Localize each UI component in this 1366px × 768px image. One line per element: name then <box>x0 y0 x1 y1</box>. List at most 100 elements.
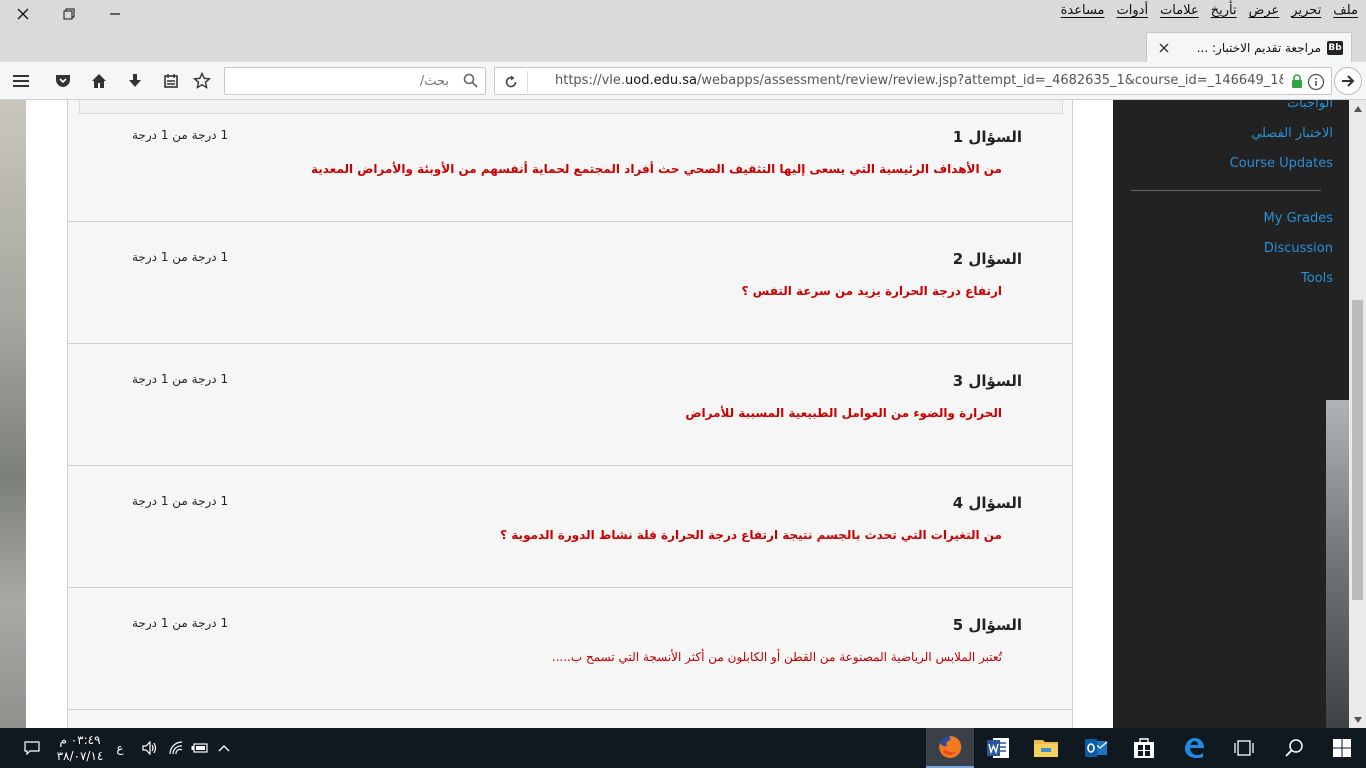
taskbar-outlook[interactable] <box>1072 728 1120 768</box>
close-icon <box>17 8 29 20</box>
question-points: 1 درجة من 1 درجة <box>132 128 229 142</box>
scroll-thumb[interactable] <box>1352 300 1363 600</box>
menu-bookmarks[interactable]: علامات <box>1160 3 1199 18</box>
reload-button[interactable] <box>501 72 521 92</box>
menu-items: ملف تحرير عرض تأريخ علامات أدوات مساعدة <box>1061 3 1358 18</box>
close-window-button[interactable] <box>0 0 46 28</box>
action-center-button[interactable] <box>22 738 42 758</box>
sidebar-item-my-grades[interactable]: My Grades <box>1264 211 1333 226</box>
question-title: السؤال 5 <box>952 616 1022 634</box>
scroll-up-button[interactable] <box>1349 100 1366 117</box>
hamburger-icon <box>13 75 29 87</box>
clock-time: ٠٣:٤٩ م <box>59 733 101 747</box>
question-title: السؤال 1 <box>952 128 1022 146</box>
question-text: الحرارة والضوء من العوامل الطبيعية المسب… <box>685 406 1002 420</box>
star-icon <box>193 72 211 89</box>
question-text: من الأهداف الرئيسية التي يسعى إليها التث… <box>310 162 1002 176</box>
tab-bar: Bb مراجعة تقديم الاختبار: ... <box>0 28 1366 80</box>
menu-edit[interactable]: تحرير <box>1291 3 1321 18</box>
question-item: السؤال 1 1 درجة من 1 درجة من الأهداف الر… <box>68 100 1072 222</box>
page-viewport: السؤال 1 1 درجة من 1 درجة من الأهداف الر… <box>0 100 1366 728</box>
info-icon[interactable] <box>1307 73 1325 91</box>
library-icon <box>164 74 178 88</box>
task-view-icon <box>1234 740 1254 756</box>
url-prefix: https://vle. <box>555 73 626 88</box>
taskbar-store[interactable] <box>1120 728 1168 768</box>
navigation-bar: https://vle.uod.edu.sa/webapps/assessmen… <box>0 62 1366 100</box>
question-item: السؤال 5 1 درجة من 1 درجة تُعتبر الملابس… <box>68 588 1072 710</box>
home-button[interactable] <box>88 70 110 92</box>
speaker-icon <box>142 741 157 755</box>
menu-history[interactable]: تأريخ <box>1211 3 1237 18</box>
network-button[interactable] <box>166 738 186 758</box>
chevron-up-icon <box>218 745 230 752</box>
desktop-background-right <box>1326 400 1349 728</box>
search-field[interactable] <box>224 67 486 95</box>
vertical-scrollbar[interactable] <box>1349 100 1366 728</box>
minimize-icon <box>110 13 120 15</box>
taskbar-firefox[interactable] <box>926 728 974 768</box>
url-text[interactable]: https://vle.uod.edu.sa/webapps/assessmen… <box>555 73 1283 88</box>
taskbar-file-explorer[interactable] <box>1022 728 1070 768</box>
task-view-button[interactable] <box>1220 728 1268 768</box>
sidebar-divider <box>1131 190 1321 191</box>
menu-button[interactable] <box>10 70 32 92</box>
windows-icon <box>1333 739 1351 757</box>
main-content: السؤال 1 1 درجة من 1 درجة من الأهداف الر… <box>26 100 1113 728</box>
battery-button[interactable] <box>190 738 210 758</box>
windows-taskbar: ٠٣:٤٩ م ٣٨/٠٧/١٤ ع <box>0 728 1366 768</box>
question-points: 1 درجة من 1 درجة <box>132 372 229 386</box>
battery-icon <box>191 743 208 753</box>
arrow-right-icon <box>1342 75 1355 87</box>
blackboard-icon: Bb <box>1327 40 1343 55</box>
menu-view[interactable]: عرض <box>1249 3 1280 18</box>
home-icon <box>92 74 106 88</box>
tab-title: مراجعة تقديم الاختبار: ... <box>1196 40 1321 55</box>
forward-button[interactable] <box>1334 67 1362 95</box>
downloads-button[interactable] <box>124 70 146 92</box>
volume-button[interactable] <box>140 738 160 758</box>
search-icon <box>463 73 478 88</box>
question-item: السؤال 2 1 درجة من 1 درجة ارتفاع درجة ال… <box>68 222 1072 344</box>
taskbar-word[interactable] <box>974 728 1022 768</box>
tab-active[interactable]: Bb مراجعة تقديم الاختبار: ... <box>1146 32 1352 62</box>
sidebar-item-tools[interactable]: Tools <box>1301 271 1333 286</box>
menu-file[interactable]: ملف <box>1333 3 1358 18</box>
desktop-background-left <box>0 100 26 728</box>
question-points: 1 درجة من 1 درجة <box>132 494 229 508</box>
restore-window-button[interactable] <box>46 0 92 28</box>
tab-close-button[interactable] <box>1155 39 1173 57</box>
question-item: السؤال 4 1 درجة من 1 درجة من التغيرات ال… <box>68 466 1072 588</box>
sidebar-item-discussion[interactable]: Discussion <box>1264 241 1333 256</box>
chevron-up-icon <box>1353 105 1362 112</box>
sidebar-item-midterm-exam[interactable]: الاختبار الفصلي <box>1251 126 1333 141</box>
bookmark-button[interactable] <box>191 70 213 92</box>
library-button[interactable] <box>160 70 182 92</box>
sidebar-item-course-updates[interactable]: Course Updates <box>1230 156 1333 171</box>
menu-tools[interactable]: أدوات <box>1117 3 1149 18</box>
menu-bar: ملف تحرير عرض تأريخ علامات أدوات مساعدة <box>0 0 1366 28</box>
lock-icon[interactable] <box>1291 74 1303 88</box>
question-text: ارتفاع درجة الحرارة يزيد من سرعة التفس ؟ <box>741 284 1002 298</box>
menu-help[interactable]: مساعدة <box>1061 3 1105 18</box>
minimize-window-button[interactable] <box>92 0 138 28</box>
search-input[interactable] <box>225 68 455 94</box>
pocket-button[interactable] <box>52 70 74 92</box>
notification-icon <box>24 741 40 755</box>
taskbar-edge[interactable] <box>1170 728 1218 768</box>
folder-icon <box>1034 740 1058 757</box>
restore-icon <box>63 8 75 20</box>
scroll-down-button[interactable] <box>1349 711 1366 728</box>
input-language-indicator[interactable]: ع <box>110 738 130 758</box>
question-points: 1 درجة من 1 درجة <box>132 250 229 264</box>
address-bar[interactable]: https://vle.uod.edu.sa/webapps/assessmen… <box>494 67 1332 95</box>
show-hidden-icons-button[interactable] <box>214 738 234 758</box>
start-button[interactable] <box>1318 728 1366 768</box>
close-icon <box>1159 43 1169 52</box>
system-clock[interactable]: ٠٣:٤٩ م ٣٨/٠٧/١٤ <box>50 732 110 764</box>
clock-date: ٣٨/٠٧/١٤ <box>56 749 104 763</box>
course-sidebar: الواجبات الاختبار الفصلي Course Updates … <box>1113 100 1349 728</box>
word-icon <box>987 738 1009 758</box>
search-button[interactable] <box>1270 728 1318 768</box>
sidebar-item-assignments[interactable]: الواجبات <box>1287 100 1333 111</box>
